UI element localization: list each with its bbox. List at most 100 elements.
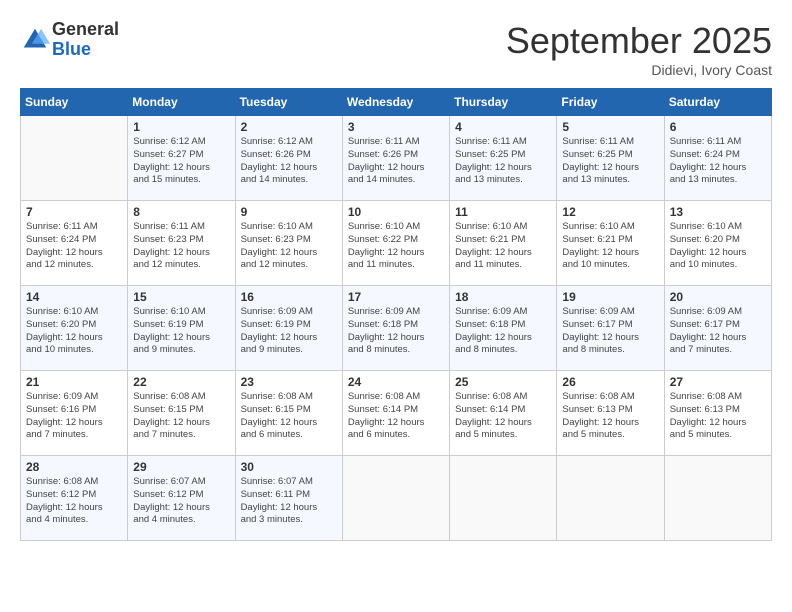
week-row-2: 7 Sunrise: 6:11 AM Sunset: 6:24 PM Dayli… bbox=[21, 201, 772, 286]
day-info: Sunrise: 6:09 AM Sunset: 6:17 PM Dayligh… bbox=[562, 306, 658, 357]
day-info: Sunrise: 6:07 AM Sunset: 6:11 PM Dayligh… bbox=[241, 476, 337, 527]
week-row-4: 21 Sunrise: 6:09 AM Sunset: 6:16 PM Dayl… bbox=[21, 371, 772, 456]
day-number: 23 bbox=[241, 375, 337, 389]
day-info: Sunrise: 6:11 AM Sunset: 6:26 PM Dayligh… bbox=[348, 136, 444, 187]
day-info: Sunrise: 6:08 AM Sunset: 6:13 PM Dayligh… bbox=[562, 391, 658, 442]
day-number: 10 bbox=[348, 205, 444, 219]
calendar-cell: 5 Sunrise: 6:11 AM Sunset: 6:25 PM Dayli… bbox=[557, 116, 664, 201]
calendar-cell bbox=[21, 116, 128, 201]
day-number: 7 bbox=[26, 205, 122, 219]
day-number: 2 bbox=[241, 120, 337, 134]
day-number: 17 bbox=[348, 290, 444, 304]
day-info: Sunrise: 6:09 AM Sunset: 6:18 PM Dayligh… bbox=[455, 306, 551, 357]
day-info: Sunrise: 6:09 AM Sunset: 6:17 PM Dayligh… bbox=[670, 306, 766, 357]
day-number: 9 bbox=[241, 205, 337, 219]
logo-text: General Blue bbox=[52, 20, 119, 60]
calendar-cell bbox=[450, 456, 557, 541]
day-number: 19 bbox=[562, 290, 658, 304]
week-row-5: 28 Sunrise: 6:08 AM Sunset: 6:12 PM Dayl… bbox=[21, 456, 772, 541]
calendar-cell: 28 Sunrise: 6:08 AM Sunset: 6:12 PM Dayl… bbox=[21, 456, 128, 541]
calendar-cell: 23 Sunrise: 6:08 AM Sunset: 6:15 PM Dayl… bbox=[235, 371, 342, 456]
day-info: Sunrise: 6:10 AM Sunset: 6:20 PM Dayligh… bbox=[670, 221, 766, 272]
calendar-cell: 11 Sunrise: 6:10 AM Sunset: 6:21 PM Dayl… bbox=[450, 201, 557, 286]
day-number: 11 bbox=[455, 205, 551, 219]
day-info: Sunrise: 6:11 AM Sunset: 6:24 PM Dayligh… bbox=[670, 136, 766, 187]
calendar-table: SundayMondayTuesdayWednesdayThursdayFrid… bbox=[20, 88, 772, 541]
weekday-header-saturday: Saturday bbox=[664, 89, 771, 116]
logo-general: General bbox=[52, 20, 119, 40]
calendar-cell: 22 Sunrise: 6:08 AM Sunset: 6:15 PM Dayl… bbox=[128, 371, 235, 456]
day-number: 24 bbox=[348, 375, 444, 389]
weekday-header-sunday: Sunday bbox=[21, 89, 128, 116]
day-info: Sunrise: 6:10 AM Sunset: 6:21 PM Dayligh… bbox=[455, 221, 551, 272]
calendar-cell: 2 Sunrise: 6:12 AM Sunset: 6:26 PM Dayli… bbox=[235, 116, 342, 201]
calendar-cell: 21 Sunrise: 6:09 AM Sunset: 6:16 PM Dayl… bbox=[21, 371, 128, 456]
calendar-cell bbox=[557, 456, 664, 541]
location: Didievi, Ivory Coast bbox=[506, 62, 772, 78]
calendar-cell: 26 Sunrise: 6:08 AM Sunset: 6:13 PM Dayl… bbox=[557, 371, 664, 456]
day-info: Sunrise: 6:10 AM Sunset: 6:20 PM Dayligh… bbox=[26, 306, 122, 357]
logo-icon bbox=[20, 25, 50, 55]
day-info: Sunrise: 6:09 AM Sunset: 6:19 PM Dayligh… bbox=[241, 306, 337, 357]
day-number: 1 bbox=[133, 120, 229, 134]
day-info: Sunrise: 6:11 AM Sunset: 6:25 PM Dayligh… bbox=[455, 136, 551, 187]
weekday-header-wednesday: Wednesday bbox=[342, 89, 449, 116]
day-info: Sunrise: 6:08 AM Sunset: 6:12 PM Dayligh… bbox=[26, 476, 122, 527]
calendar-cell: 16 Sunrise: 6:09 AM Sunset: 6:19 PM Dayl… bbox=[235, 286, 342, 371]
calendar-cell: 15 Sunrise: 6:10 AM Sunset: 6:19 PM Dayl… bbox=[128, 286, 235, 371]
page-header: General Blue September 2025 Didievi, Ivo… bbox=[20, 20, 772, 78]
calendar-cell: 20 Sunrise: 6:09 AM Sunset: 6:17 PM Dayl… bbox=[664, 286, 771, 371]
calendar-cell: 7 Sunrise: 6:11 AM Sunset: 6:24 PM Dayli… bbox=[21, 201, 128, 286]
weekday-header-friday: Friday bbox=[557, 89, 664, 116]
calendar-cell: 19 Sunrise: 6:09 AM Sunset: 6:17 PM Dayl… bbox=[557, 286, 664, 371]
day-info: Sunrise: 6:10 AM Sunset: 6:19 PM Dayligh… bbox=[133, 306, 229, 357]
day-number: 18 bbox=[455, 290, 551, 304]
day-number: 26 bbox=[562, 375, 658, 389]
month-title: September 2025 bbox=[506, 20, 772, 62]
day-info: Sunrise: 6:09 AM Sunset: 6:16 PM Dayligh… bbox=[26, 391, 122, 442]
weekday-row: SundayMondayTuesdayWednesdayThursdayFrid… bbox=[21, 89, 772, 116]
day-number: 27 bbox=[670, 375, 766, 389]
day-number: 5 bbox=[562, 120, 658, 134]
day-info: Sunrise: 6:07 AM Sunset: 6:12 PM Dayligh… bbox=[133, 476, 229, 527]
day-number: 30 bbox=[241, 460, 337, 474]
calendar-cell: 3 Sunrise: 6:11 AM Sunset: 6:26 PM Dayli… bbox=[342, 116, 449, 201]
day-number: 21 bbox=[26, 375, 122, 389]
calendar-cell: 9 Sunrise: 6:10 AM Sunset: 6:23 PM Dayli… bbox=[235, 201, 342, 286]
calendar-cell: 17 Sunrise: 6:09 AM Sunset: 6:18 PM Dayl… bbox=[342, 286, 449, 371]
calendar-cell: 24 Sunrise: 6:08 AM Sunset: 6:14 PM Dayl… bbox=[342, 371, 449, 456]
logo-blue: Blue bbox=[52, 40, 119, 60]
calendar-cell: 1 Sunrise: 6:12 AM Sunset: 6:27 PM Dayli… bbox=[128, 116, 235, 201]
day-info: Sunrise: 6:12 AM Sunset: 6:27 PM Dayligh… bbox=[133, 136, 229, 187]
day-info: Sunrise: 6:08 AM Sunset: 6:13 PM Dayligh… bbox=[670, 391, 766, 442]
day-info: Sunrise: 6:11 AM Sunset: 6:24 PM Dayligh… bbox=[26, 221, 122, 272]
week-row-3: 14 Sunrise: 6:10 AM Sunset: 6:20 PM Dayl… bbox=[21, 286, 772, 371]
calendar-cell: 14 Sunrise: 6:10 AM Sunset: 6:20 PM Dayl… bbox=[21, 286, 128, 371]
day-info: Sunrise: 6:10 AM Sunset: 6:22 PM Dayligh… bbox=[348, 221, 444, 272]
day-number: 16 bbox=[241, 290, 337, 304]
day-info: Sunrise: 6:10 AM Sunset: 6:23 PM Dayligh… bbox=[241, 221, 337, 272]
day-info: Sunrise: 6:09 AM Sunset: 6:18 PM Dayligh… bbox=[348, 306, 444, 357]
day-info: Sunrise: 6:12 AM Sunset: 6:26 PM Dayligh… bbox=[241, 136, 337, 187]
calendar-cell: 10 Sunrise: 6:10 AM Sunset: 6:22 PM Dayl… bbox=[342, 201, 449, 286]
day-info: Sunrise: 6:10 AM Sunset: 6:21 PM Dayligh… bbox=[562, 221, 658, 272]
calendar-cell: 18 Sunrise: 6:09 AM Sunset: 6:18 PM Dayl… bbox=[450, 286, 557, 371]
day-number: 13 bbox=[670, 205, 766, 219]
calendar-cell: 13 Sunrise: 6:10 AM Sunset: 6:20 PM Dayl… bbox=[664, 201, 771, 286]
calendar-header: SundayMondayTuesdayWednesdayThursdayFrid… bbox=[21, 89, 772, 116]
day-number: 3 bbox=[348, 120, 444, 134]
calendar-cell: 6 Sunrise: 6:11 AM Sunset: 6:24 PM Dayli… bbox=[664, 116, 771, 201]
logo: General Blue bbox=[20, 20, 119, 60]
day-number: 4 bbox=[455, 120, 551, 134]
weekday-header-monday: Monday bbox=[128, 89, 235, 116]
day-info: Sunrise: 6:11 AM Sunset: 6:23 PM Dayligh… bbox=[133, 221, 229, 272]
calendar-cell: 25 Sunrise: 6:08 AM Sunset: 6:14 PM Dayl… bbox=[450, 371, 557, 456]
day-number: 20 bbox=[670, 290, 766, 304]
day-info: Sunrise: 6:08 AM Sunset: 6:14 PM Dayligh… bbox=[455, 391, 551, 442]
calendar-cell: 27 Sunrise: 6:08 AM Sunset: 6:13 PM Dayl… bbox=[664, 371, 771, 456]
day-info: Sunrise: 6:08 AM Sunset: 6:14 PM Dayligh… bbox=[348, 391, 444, 442]
calendar-cell: 29 Sunrise: 6:07 AM Sunset: 6:12 PM Dayl… bbox=[128, 456, 235, 541]
weekday-header-tuesday: Tuesday bbox=[235, 89, 342, 116]
week-row-1: 1 Sunrise: 6:12 AM Sunset: 6:27 PM Dayli… bbox=[21, 116, 772, 201]
calendar-cell bbox=[664, 456, 771, 541]
